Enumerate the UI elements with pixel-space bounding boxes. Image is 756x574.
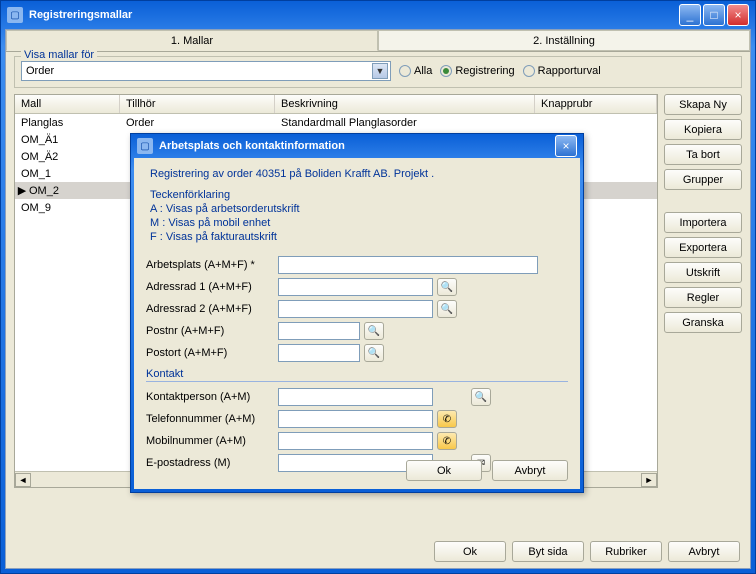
ta-bort-button[interactable]: Ta bort [664, 144, 742, 165]
legend-a: A : Visas på arbetsorderutskrift [150, 202, 568, 216]
tab-installning[interactable]: 2. Inställning [378, 30, 750, 51]
table-header: Mall Tillhör Beskrivning Knapprubr [15, 95, 657, 114]
ok-button[interactable]: Ok [434, 541, 506, 562]
tabstrip: 1. Mallar 2. Inställning [6, 30, 750, 52]
kopiera-button[interactable]: Kopiera [664, 119, 742, 140]
footer-actions: Ok Byt sida Rubriker Avbryt [434, 541, 740, 562]
radio-alla[interactable]: Alla [399, 65, 432, 77]
modal-dialog: ▢ Arbetsplats och kontaktinformation × R… [130, 133, 584, 493]
postort-label: Postort (A+M+F) [146, 347, 274, 359]
avbryt-button[interactable]: Avbryt [668, 541, 740, 562]
lookup-icon[interactable]: 🔍 [437, 278, 457, 296]
modal-cancel-button[interactable]: Avbryt [492, 460, 568, 481]
phone-icon[interactable]: ✆ [437, 432, 457, 450]
col-beskrivning[interactable]: Beskrivning [275, 95, 535, 113]
regler-button[interactable]: Regler [664, 287, 742, 308]
side-actions: Skapa Ny Kopiera Ta bort Grupper Importe… [664, 94, 742, 488]
app-icon: ▢ [7, 7, 23, 23]
modal-icon: ▢ [137, 138, 153, 154]
radio-rapporturval[interactable]: Rapporturval [523, 65, 601, 77]
adress1-label: Adressrad 1 (A+M+F) [146, 281, 274, 293]
combo-value: Order [26, 65, 372, 77]
lookup-icon[interactable]: 🔍 [471, 388, 491, 406]
caret-right-icon: ▶ [17, 184, 27, 197]
radio-registrering[interactable]: Registrering [440, 65, 514, 77]
grupper-button[interactable]: Grupper [664, 169, 742, 190]
radio-label: Rapporturval [538, 65, 601, 77]
adress2-label: Adressrad 2 (A+M+F) [146, 303, 274, 315]
lookup-icon[interactable]: 🔍 [364, 344, 384, 362]
mobil-label: Mobilnummer (A+M) [146, 435, 274, 447]
tab-label: 2. Inställning [533, 35, 595, 47]
legend-f: F : Visas på fakturautskrift [150, 230, 568, 244]
epost-label: E-postadress (M) [146, 457, 274, 469]
telefon-input[interactable] [278, 410, 433, 428]
scroll-left-icon[interactable]: ◄ [15, 473, 31, 487]
modal-title: Arbetsplats och kontaktinformation [159, 140, 555, 152]
tab-label: 1. Mallar [171, 35, 213, 47]
arbetsplats-label: Arbetsplats (A+M+F) * [146, 259, 274, 271]
adress2-input[interactable] [278, 300, 433, 318]
chevron-down-icon[interactable]: ▼ [372, 63, 388, 79]
kontaktperson-input[interactable] [278, 388, 433, 406]
kontakt-section: Kontakt [146, 368, 568, 382]
window-title: Registreringsmallar [29, 9, 679, 21]
adress1-input[interactable] [278, 278, 433, 296]
maximize-button[interactable]: □ [703, 4, 725, 26]
col-tillhor[interactable]: Tillhör [120, 95, 275, 113]
postort-input[interactable] [278, 344, 360, 362]
granska-button[interactable]: Granska [664, 312, 742, 333]
utskrift-button[interactable]: Utskrift [664, 262, 742, 283]
main-window: ▢ Registreringsmallar _ □ × 1. Mallar 2.… [0, 0, 756, 574]
modal-header: Registrering av order 40351 på Boliden K… [150, 168, 568, 180]
filter-fieldset: Visa mallar för Order ▼ Alla Registrerin… [14, 56, 742, 88]
postnr-input[interactable] [278, 322, 360, 340]
close-button[interactable]: × [727, 4, 749, 26]
radio-label: Alla [414, 65, 432, 77]
modal-titlebar: ▢ Arbetsplats och kontaktinformation × [131, 134, 583, 158]
legend-title: Teckenförklaring [150, 188, 568, 202]
legend-block: Teckenförklaring A : Visas på arbetsorde… [150, 188, 568, 244]
phone-icon[interactable]: ✆ [437, 410, 457, 428]
modal-client: Registrering av order 40351 på Boliden K… [134, 158, 580, 489]
col-mall[interactable]: Mall [15, 95, 120, 113]
exportera-button[interactable]: Exportera [664, 237, 742, 258]
skapa-ny-button[interactable]: Skapa Ny [664, 94, 742, 115]
filter-legend: Visa mallar för [21, 49, 97, 61]
radio-label: Registrering [455, 65, 514, 77]
legend-m: M : Visas på mobil enhet [150, 216, 568, 230]
lookup-icon[interactable]: 🔍 [364, 322, 384, 340]
postnr-label: Postnr (A+M+F) [146, 325, 274, 337]
titlebar: ▢ Registreringsmallar _ □ × [1, 1, 755, 29]
modal-ok-button[interactable]: Ok [406, 460, 482, 481]
tab-mallar[interactable]: 1. Mallar [6, 30, 378, 51]
byt-sida-button[interactable]: Byt sida [512, 541, 584, 562]
kontaktperson-label: Kontaktperson (A+M) [146, 391, 274, 403]
modal-footer: Ok Avbryt [406, 460, 568, 481]
scroll-right-icon[interactable]: ► [641, 473, 657, 487]
table-row[interactable]: PlanglasOrderStandardmall Planglasorder [15, 114, 657, 131]
modal-close-button[interactable]: × [555, 135, 577, 157]
mobil-input[interactable] [278, 432, 433, 450]
importera-button[interactable]: Importera [664, 212, 742, 233]
filter-combo[interactable]: Order ▼ [21, 61, 391, 81]
telefon-label: Telefonnummer (A+M) [146, 413, 274, 425]
lookup-icon[interactable]: 🔍 [437, 300, 457, 318]
rubriker-button[interactable]: Rubriker [590, 541, 662, 562]
arbetsplats-input[interactable] [278, 256, 538, 274]
col-knapprubr[interactable]: Knapprubr [535, 95, 657, 113]
minimize-button[interactable]: _ [679, 4, 701, 26]
